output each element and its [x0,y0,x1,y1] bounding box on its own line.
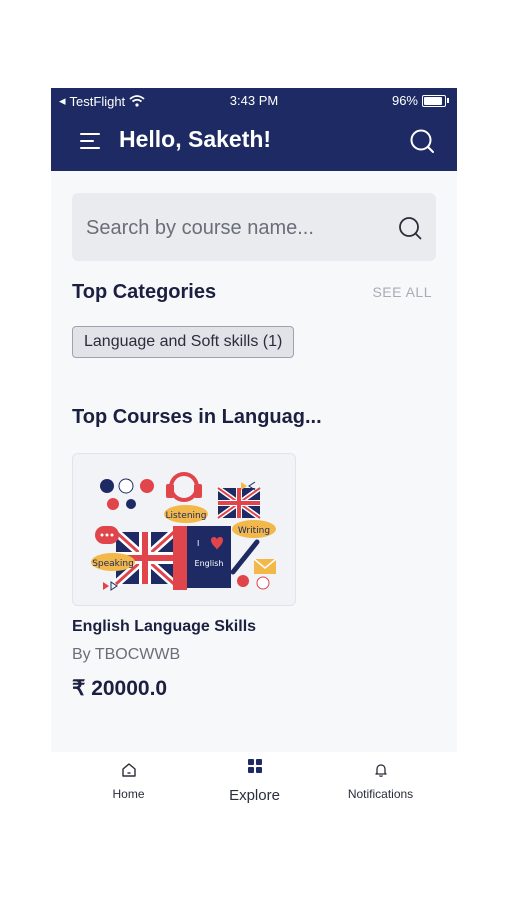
category-chip[interactable]: Language and Soft skills (1) [72,326,295,358]
bottom-navigation: Home Explore Notifications [51,752,457,808]
greeting-title: Hello, Saketh! [119,126,272,152]
course-card[interactable]: Listening Writing I English Speaking Eng… [72,453,322,701]
top-courses-title: Top Courses in Languag... [72,406,322,428]
svg-text:I: I [197,539,199,548]
search-input[interactable] [84,193,388,263]
course-author: By TBOCWWB [72,646,181,663]
menu-icon[interactable] [80,132,102,150]
battery-percent: 96% [391,93,418,108]
see-all-link[interactable]: SEE ALL [372,284,432,300]
battery-tip [447,98,449,103]
speaking-label: Speaking [92,559,134,569]
english-illustration-icon: Listening Writing I English Speaking [91,472,277,591]
course-price: ₹ 20000.0 [72,677,168,700]
search-icon[interactable] [397,215,423,241]
writing-label: Writing [238,526,270,536]
battery-icon [422,94,446,107]
status-battery-group: 96% [392,93,449,108]
nav-notifications-label: Notifications [347,787,414,801]
nav-home-label: Home [112,787,145,801]
svg-text:English: English [195,559,224,568]
nav-explore-label: Explore [229,787,280,804]
listening-label: Listening [166,511,207,521]
app-screen: ◂ TestFlight 3:43 PM 96% Hello, Saketh! [51,88,457,808]
top-categories-title: Top Categories [72,281,217,303]
search-icon[interactable] [409,128,435,154]
grid-icon [247,759,262,773]
status-bar: ◂ TestFlight 3:43 PM 96% [51,88,457,114]
home-icon [121,763,136,777]
bell-icon [374,764,387,777]
nav-explore[interactable]: Explore [187,758,322,804]
app-header: ◂ TestFlight 3:43 PM 96% Hello, Saketh! [51,88,457,171]
nav-notifications[interactable]: Notifications [313,762,448,801]
search-bar [72,193,436,263]
course-title: English Language Skills [72,618,257,635]
course-thumbnail: Listening Writing I English Speaking [72,453,296,606]
nav-home[interactable]: Home [61,762,196,801]
